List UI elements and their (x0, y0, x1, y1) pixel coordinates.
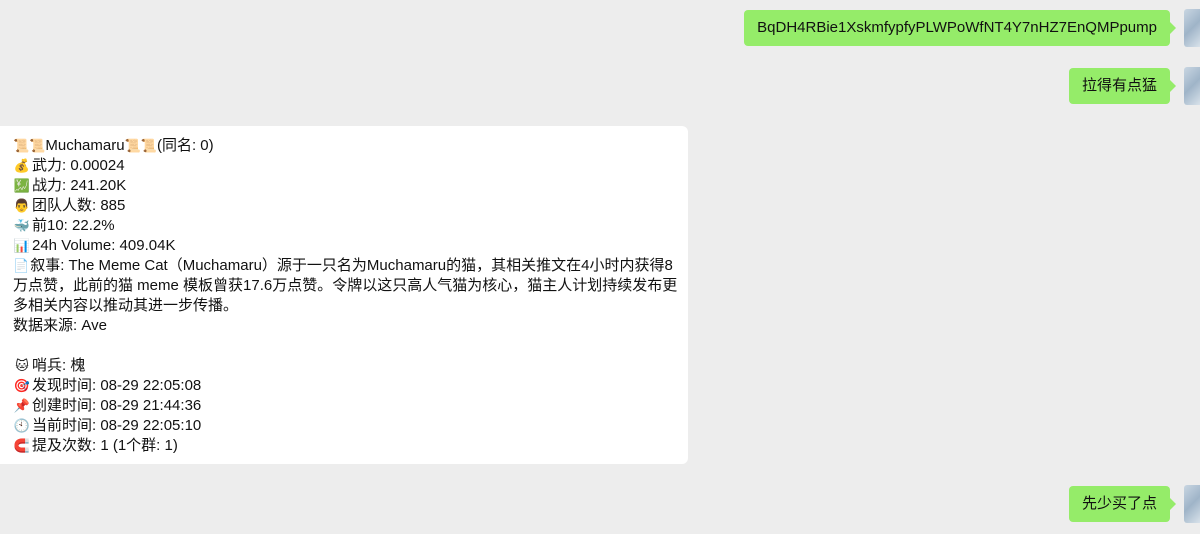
stat-text: 武力: 0.00024 (32, 157, 125, 174)
story-text: 叙事: The Meme Cat（Muchamaru）源于一只名为Muchama… (13, 257, 678, 314)
data-source: 数据来源: Ave (13, 316, 676, 336)
info-row: 🎯 发现时间: 08-29 22:05:08 (13, 376, 676, 396)
message-text: 先少买了点 (1081, 495, 1157, 512)
info-text: 发现时间: 08-29 22:05:08 (32, 377, 202, 394)
user-avatar[interactable] (1184, 67, 1200, 105)
document-icon: 📄 (13, 258, 30, 273)
user-avatar[interactable] (1184, 9, 1200, 47)
message-bubble-outgoing[interactable]: 先少买了点 (1068, 486, 1177, 522)
stat-row: 👨 团队人数: 885 (13, 196, 676, 216)
stat-text: 24h Volume: 409.04K (32, 237, 176, 254)
magnet-icon: 🧲 (13, 438, 31, 453)
stat-row: 📊 24h Volume: 409.04K (13, 236, 676, 256)
chart-icon: 💹 (13, 178, 31, 193)
story-paragraph: 📄叙事: The Meme Cat（Muchamaru）源于一只名为Mucham… (13, 256, 681, 316)
stat-text: 前10: 22.2% (32, 217, 115, 234)
card-title: 📜📜 Muchamaru 📜📜 (同名: 0) (13, 136, 676, 156)
info-row: 🧲 提及次数: 1 (1个群: 1) (13, 436, 676, 456)
same-name-count: (同名: 0) (156, 137, 214, 154)
info-row: 🕙 当前时间: 08-29 22:05:10 (13, 416, 676, 436)
clock-icon: 🕙 (13, 418, 31, 433)
stat-row: 💰 武力: 0.00024 (13, 156, 676, 176)
message-bubble-incoming[interactable]: 📜📜 Muchamaru 📜📜 (同名: 0) 💰 武力: 0.00024 💹 … (0, 126, 688, 464)
scroll-icon: 📜📜 (13, 138, 46, 153)
data-source-text: 数据来源: Ave (13, 317, 107, 334)
pin-icon: 📌 (13, 398, 31, 413)
bar-chart-icon: 📊 (13, 238, 31, 253)
money-bag-icon: 💰 (13, 158, 31, 173)
message-bubble-outgoing[interactable]: 拉得有点猛 (1068, 68, 1177, 104)
stat-text: 战力: 241.20K (32, 177, 127, 194)
user-avatar[interactable] (1184, 485, 1200, 523)
cat-icon: 🐱 (15, 358, 29, 373)
stat-row: 🐳 前10: 22.2% (13, 216, 676, 236)
info-row: 🐱 哨兵: 槐 (13, 356, 676, 376)
info-text: 提及次数: 1 (1个群: 1) (32, 437, 178, 454)
stat-row: 💹 战力: 241.20K (13, 176, 676, 196)
info-row: 📌 创建时间: 08-29 21:44:36 (13, 396, 676, 416)
person-icon: 👨 (13, 198, 31, 213)
stat-text: 团队人数: 885 (32, 197, 126, 214)
token-name: Muchamaru (45, 137, 125, 154)
message-bubble-outgoing[interactable]: BqDH4RBie1XskmfypfyPLWPoWfNT4Y7nHZ7EnQMP… (744, 10, 1176, 46)
message-text: BqDH4RBie1XskmfypfyPLWPoWfNT4Y7nHZ7EnQMP… (757, 19, 1157, 36)
info-text: 当前时间: 08-29 22:05:10 (32, 417, 202, 434)
info-text: 哨兵: 槐 (32, 357, 86, 374)
target-icon: 🎯 (13, 378, 31, 393)
whale-icon: 🐳 (13, 218, 31, 233)
message-text: 拉得有点猛 (1081, 77, 1157, 94)
scroll-icon: 📜📜 (124, 138, 157, 153)
info-text: 创建时间: 08-29 21:44:36 (32, 397, 202, 414)
